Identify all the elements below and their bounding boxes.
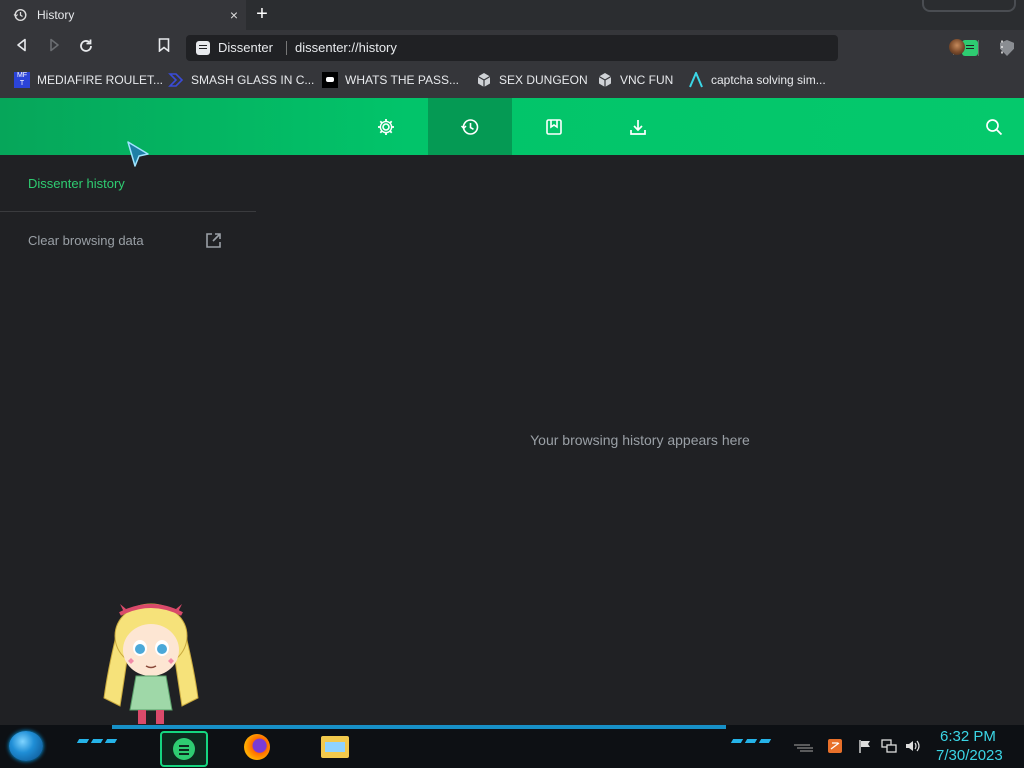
mediafire-icon: MF T: [14, 72, 30, 88]
forward-button[interactable]: [44, 38, 64, 58]
download-icon: [630, 119, 646, 135]
sidebar-title[interactable]: Dissenter history: [28, 176, 125, 191]
clear-browsing-data-link[interactable]: Clear browsing data: [28, 233, 144, 248]
tab-history[interactable]: [428, 98, 512, 155]
back-button[interactable]: [12, 38, 32, 58]
tab-title: History: [37, 8, 75, 22]
title-bar: History × +: [0, 0, 1024, 30]
flag-icon[interactable]: [858, 739, 872, 756]
bookmark-icon: [546, 118, 562, 135]
chevron-icon: [168, 73, 184, 87]
history-icon: [460, 118, 479, 135]
volume-icon[interactable]: [905, 739, 921, 756]
forward-arrow-icon: [50, 38, 59, 52]
bookmark-item[interactable]: captcha solving sim...: [688, 72, 826, 88]
bookmarks-bar: MF T MEDIAFIRE ROULET... SMASH GLASS IN C…: [0, 65, 1024, 98]
bookmark-item[interactable]: MF T MEDIAFIRE ROULET...: [14, 72, 163, 88]
mouse-cursor-icon: [127, 141, 149, 167]
taskbar-decoration: [90, 739, 104, 743]
profile-avatar[interactable]: [949, 39, 965, 55]
taskbar-file-explorer-button[interactable]: [318, 731, 352, 763]
firefox-icon: [244, 734, 270, 760]
network-icon[interactable]: [881, 739, 897, 756]
cube-icon: [598, 73, 612, 87]
clock-time[interactable]: 6:32 PM: [940, 728, 996, 745]
sidebar-divider: [0, 211, 256, 212]
bookmark-outline-icon: [158, 38, 170, 53]
reload-button[interactable]: [76, 38, 96, 58]
window-frame-decoration: [922, 0, 1016, 12]
taskbar-accent-strip: [112, 725, 726, 729]
bookmark-item[interactable]: WHATS THE PASS...: [322, 72, 459, 88]
clock-date[interactable]: 7/30/2023: [936, 747, 1003, 764]
taskbar-decoration: [104, 739, 118, 743]
site-chip: Dissenter: [196, 40, 273, 55]
taskbar-decoration: [730, 739, 744, 743]
taskbar-dissenter-button[interactable]: [160, 731, 208, 767]
bookmark-label: WHATS THE PASS...: [345, 73, 460, 87]
external-link-icon[interactable]: [205, 232, 222, 249]
folder-icon: [321, 736, 349, 758]
tab-history[interactable]: History ×: [0, 0, 246, 30]
dissenter-icon: [196, 40, 210, 55]
bookmark-label: MEDIAFIRE ROULET...: [37, 73, 164, 87]
back-arrow-icon: [17, 38, 26, 52]
tab-downloads[interactable]: [596, 98, 680, 155]
tray-expand-icon[interactable]: [792, 741, 814, 756]
start-button[interactable]: [9, 731, 43, 761]
dissenter-app-icon: [173, 738, 195, 760]
gear-icon: [378, 118, 394, 135]
tab-settings[interactable]: [344, 98, 428, 155]
cube-icon: [477, 73, 491, 87]
tab-bookmarks[interactable]: [512, 98, 596, 155]
search-icon: [986, 118, 1003, 135]
empty-history-message: Your browsing history appears here: [530, 432, 750, 448]
bookmark-item[interactable]: VNC FUN: [597, 72, 673, 88]
bookmark-label: SEX DUNGEON: [499, 73, 588, 87]
taskbar-decoration: [744, 739, 758, 743]
bookmark-item[interactable]: SEX DUNGEON: [476, 72, 588, 88]
bookmark-label: VNC FUN: [620, 73, 674, 87]
omnibox-separator: [286, 41, 287, 55]
bookmark-page-button[interactable]: [154, 38, 174, 58]
bookmark-label: captcha solving sim...: [711, 73, 826, 87]
bookmark-item[interactable]: SMASH GLASS IN C...: [168, 72, 314, 88]
tray-app-icon[interactable]: [828, 739, 842, 756]
taskbar-decoration: [758, 739, 772, 743]
browser-menu-button[interactable]: ⋮: [992, 38, 1012, 58]
history-page-header: [0, 98, 1024, 155]
taskbar-firefox-button[interactable]: [240, 731, 274, 763]
site-name: Dissenter: [218, 40, 273, 55]
search-button[interactable]: [952, 98, 1024, 155]
bookmark-label: SMASH GLASS IN C...: [191, 73, 315, 87]
toolbar: Dissenter dissenter://history ⋮: [0, 30, 1024, 65]
history-icon: [13, 8, 27, 22]
close-tab-icon[interactable]: ×: [230, 7, 238, 23]
toolbar-separator: [978, 40, 979, 56]
reload-icon: [80, 39, 92, 52]
discord-icon: [322, 72, 338, 88]
taskbar-decoration: [76, 739, 90, 743]
address-bar[interactable]: Dissenter dissenter://history: [186, 35, 1014, 61]
url-text[interactable]: dissenter://history: [295, 40, 397, 55]
taskbar: 6:32 PM 7/30/2023: [0, 725, 1024, 768]
new-tab-button[interactable]: +: [252, 4, 272, 25]
lambda-icon: [689, 72, 703, 88]
desktop-mascot-character: [103, 603, 199, 724]
